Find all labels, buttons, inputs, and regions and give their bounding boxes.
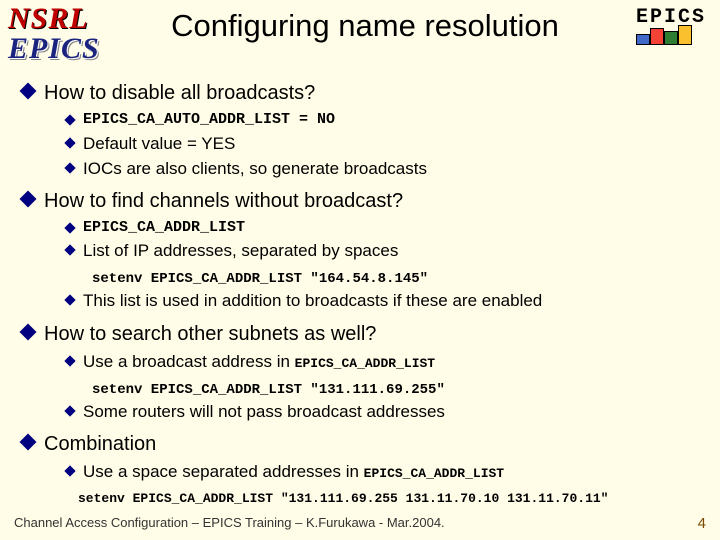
item-text: EPICS_CA_AUTO_ADDR_LIST = NO <box>83 110 335 130</box>
list-item: EPICS_CA_AUTO_ADDR_LIST = NO <box>66 110 708 130</box>
epics-logo: EPICS <box>8 32 108 66</box>
slide-content: How to disable all broadcasts? EPICS_CA_… <box>22 80 708 510</box>
section-heading: How to find channels without broadcast? <box>22 188 708 214</box>
header: Configuring name resolution <box>120 8 610 44</box>
sidebar-logos: NSRL EPICS <box>8 2 108 66</box>
item-text: Some routers will not pass broadcast add… <box>83 401 445 423</box>
epics-badge: EPICS <box>636 6 706 45</box>
section-heading: How to disable all broadcasts? <box>22 80 708 106</box>
heading-text: How to find channels without broadcast? <box>44 188 403 214</box>
diamond-bullet-icon <box>20 323 37 340</box>
sub-list: EPICS_CA_AUTO_ADDR_LIST = NO Default val… <box>66 110 708 180</box>
page-title: Configuring name resolution <box>120 8 610 44</box>
list-item: This list is used in addition to broadca… <box>66 290 708 312</box>
heading-text: How to search other subnets as well? <box>44 321 376 347</box>
section-heading: Combination <box>22 431 708 457</box>
list-item: List of IP addresses, separated by space… <box>66 240 708 262</box>
item-text: IOCs are also clients, so generate broad… <box>83 158 427 180</box>
list-item: EPICS_CA_ADDR_LIST <box>66 218 708 238</box>
page-number: 4 <box>698 515 706 532</box>
diamond-bullet-icon <box>64 162 75 173</box>
code-line: setenv EPICS_CA_ADDR_LIST "131.111.69.25… <box>92 381 708 399</box>
item-text: Use a space separated addresses in EPICS… <box>83 461 504 483</box>
code-line: setenv EPICS_CA_ADDR_LIST "164.54.8.145" <box>92 270 708 288</box>
diamond-bullet-icon <box>20 190 37 207</box>
item-text: Default value = YES <box>83 133 235 155</box>
diamond-bullet-icon <box>64 137 75 148</box>
item-text: List of IP addresses, separated by space… <box>83 240 398 262</box>
item-text: Use a broadcast address in EPICS_CA_ADDR… <box>83 351 435 373</box>
diamond-bullet-icon <box>20 433 37 450</box>
diamond-bullet-icon <box>64 295 75 306</box>
item-text: This list is used in addition to broadca… <box>83 290 542 312</box>
diamond-bullet-icon <box>20 83 37 100</box>
heading-text: Combination <box>44 431 156 457</box>
diamond-bullet-icon <box>64 245 75 256</box>
epics-bars-icon <box>636 31 706 45</box>
epics-badge-text: EPICS <box>636 6 706 29</box>
nsrl-logo: NSRL <box>8 2 108 36</box>
sub-list: EPICS_CA_ADDR_LIST List of IP addresses,… <box>66 218 708 263</box>
sub-list: Use a space separated addresses in EPICS… <box>66 461 708 483</box>
section-heading: How to search other subnets as well? <box>22 321 708 347</box>
diamond-bullet-icon <box>64 114 75 125</box>
diamond-bullet-icon <box>64 465 75 476</box>
diamond-bullet-icon <box>64 405 75 416</box>
list-item: Some routers will not pass broadcast add… <box>66 401 708 423</box>
code-line: setenv EPICS_CA_ADDR_LIST "131.111.69.25… <box>78 491 708 508</box>
sub-list: This list is used in addition to broadca… <box>66 290 708 312</box>
list-item: Default value = YES <box>66 133 708 155</box>
list-item: Use a space separated addresses in EPICS… <box>66 461 708 483</box>
list-item: Use a broadcast address in EPICS_CA_ADDR… <box>66 351 708 373</box>
heading-text: How to disable all broadcasts? <box>44 80 315 106</box>
list-item: IOCs are also clients, so generate broad… <box>66 158 708 180</box>
sub-list: Some routers will not pass broadcast add… <box>66 401 708 423</box>
sub-list: Use a broadcast address in EPICS_CA_ADDR… <box>66 351 708 373</box>
item-text: EPICS_CA_ADDR_LIST <box>83 218 245 238</box>
diamond-bullet-icon <box>64 355 75 366</box>
diamond-bullet-icon <box>64 222 75 233</box>
footer-text: Channel Access Configuration – EPICS Tra… <box>14 515 445 532</box>
footer: Channel Access Configuration – EPICS Tra… <box>14 515 706 532</box>
